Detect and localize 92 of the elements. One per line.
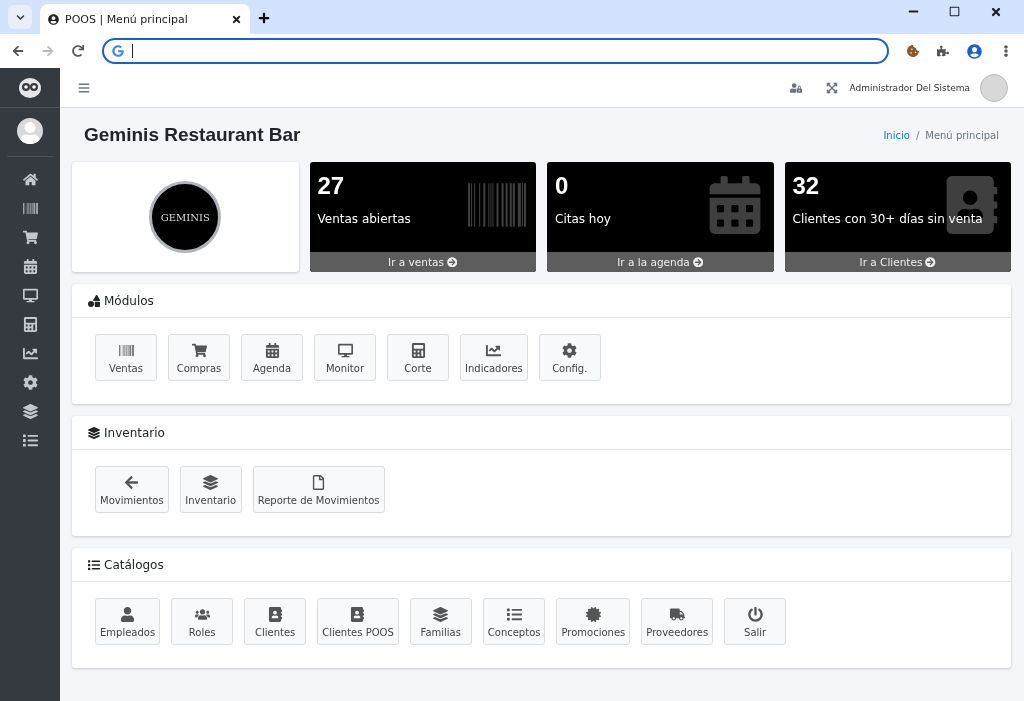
module-button[interactable]: Clientes — [244, 598, 307, 645]
layers-icon[interactable] — [22, 404, 38, 419]
section-title: Módulos — [104, 293, 154, 308]
module-button[interactable]: Agenda — [241, 334, 303, 381]
address-field[interactable] — [102, 38, 889, 64]
fullscreen-icon[interactable] — [825, 81, 838, 94]
user-avatar[interactable] — [17, 118, 43, 144]
layers-icon — [203, 474, 219, 490]
chart-icon[interactable] — [22, 346, 38, 361]
extensions-icon[interactable] — [937, 45, 949, 57]
breadcrumb-link[interactable]: Inicio — [883, 129, 910, 141]
stat-value: 0 — [555, 172, 569, 200]
module-button[interactable]: Conceptos — [482, 598, 546, 645]
reload-icon[interactable] — [72, 45, 84, 57]
stat-link[interactable]: Ir a la agenda — [547, 252, 774, 272]
arrow-circle-right-icon — [925, 256, 936, 268]
module-button[interactable]: Reporte de Movimientos — [252, 466, 385, 513]
breadcrumb-current: Menú principal — [925, 129, 999, 141]
badge-icon — [585, 606, 601, 622]
module-button[interactable]: Movimientos — [95, 466, 169, 513]
module-button[interactable]: Ventas — [95, 334, 157, 381]
close-icon[interactable] — [231, 13, 242, 25]
layers-icon — [433, 606, 449, 622]
maximize-icon[interactable] — [949, 6, 960, 17]
list-icon[interactable] — [22, 433, 38, 448]
stat-value: 32 — [792, 172, 820, 200]
power-icon — [747, 606, 763, 622]
back-icon[interactable] — [12, 45, 24, 57]
file-icon — [311, 474, 327, 490]
module-button[interactable]: Clientes POOS — [317, 598, 399, 645]
module-button[interactable]: Corte — [387, 334, 449, 381]
barcode-icon — [118, 342, 134, 358]
cart-icon[interactable] — [22, 230, 38, 245]
list-icon — [88, 558, 100, 571]
favicon-icon — [48, 13, 59, 25]
module-button[interactable]: Compras — [168, 334, 230, 381]
settings-icon — [562, 342, 578, 358]
module-button[interactable]: Salir — [724, 598, 787, 645]
module-button[interactable]: Proveedores — [641, 598, 714, 645]
stat-link[interactable]: Ir a Clientes — [784, 252, 1011, 272]
breadcrumb-separator: / — [915, 129, 920, 141]
module-button[interactable]: Empleados — [95, 598, 161, 645]
stat-value: 27 — [317, 172, 345, 200]
calculator-icon — [410, 342, 426, 358]
close-icon[interactable] — [990, 6, 1002, 18]
arrow-circle-right-icon — [446, 256, 458, 268]
settings-icon[interactable] — [22, 375, 38, 390]
cookie-icon[interactable] — [907, 45, 919, 57]
module-button[interactable]: Indicadores — [460, 334, 528, 381]
stat-label: Clientes con 30+ días sin venta — [792, 212, 983, 226]
menu-icon[interactable] — [78, 81, 90, 94]
monitor-icon — [337, 342, 353, 358]
contact-book-icon — [267, 606, 283, 622]
list-icon — [506, 606, 522, 622]
arrow-left-icon — [124, 474, 140, 490]
home-icon[interactable] — [22, 172, 38, 187]
truck-icon — [669, 606, 685, 622]
chevron-down-icon — [15, 12, 25, 22]
monitor-icon[interactable] — [22, 288, 38, 303]
profile-icon[interactable] — [967, 43, 982, 59]
barcode-icon[interactable] — [22, 201, 38, 216]
user-name[interactable]: Administrador Del Sistema — [849, 82, 970, 93]
browser-tab[interactable]: POOS | Menú principal — [40, 4, 250, 34]
chart-icon — [486, 342, 502, 358]
stat-label: Ventas abiertas — [317, 212, 411, 226]
tab-title: POOS | Menú principal — [65, 12, 189, 26]
calendar-icon — [264, 342, 280, 358]
user-icon — [120, 606, 136, 622]
layers-icon — [88, 426, 100, 439]
users-icon — [194, 606, 210, 622]
contact-book-icon — [350, 606, 366, 622]
module-button[interactable]: Config. — [538, 334, 601, 381]
cart-icon — [191, 342, 207, 358]
section-title: Inventario — [104, 425, 165, 440]
calculator-icon[interactable] — [22, 317, 38, 332]
module-button[interactable]: Promociones — [556, 598, 631, 645]
module-button[interactable]: Familias — [409, 598, 472, 645]
arrow-circle-right-icon — [692, 256, 704, 268]
page-title: Geminis Restaurant Bar — [84, 124, 301, 146]
stat-link[interactable]: Ir a ventas — [309, 252, 536, 272]
module-button[interactable]: Roles — [171, 598, 234, 645]
google-icon — [112, 45, 124, 57]
new-tab-icon[interactable] — [258, 12, 270, 24]
user-lock-icon[interactable] — [789, 81, 802, 94]
module-button[interactable]: Monitor — [314, 334, 376, 381]
stat-label: Citas hoy — [555, 212, 611, 226]
shapes-icon — [88, 294, 100, 307]
calendar-icon[interactable] — [22, 259, 38, 274]
tab-list-button[interactable] — [8, 5, 32, 29]
section-title: Catálogos — [104, 557, 164, 572]
module-button[interactable]: Inventario — [179, 466, 242, 513]
restaurant-logo: GEMINIS — [149, 181, 222, 253]
